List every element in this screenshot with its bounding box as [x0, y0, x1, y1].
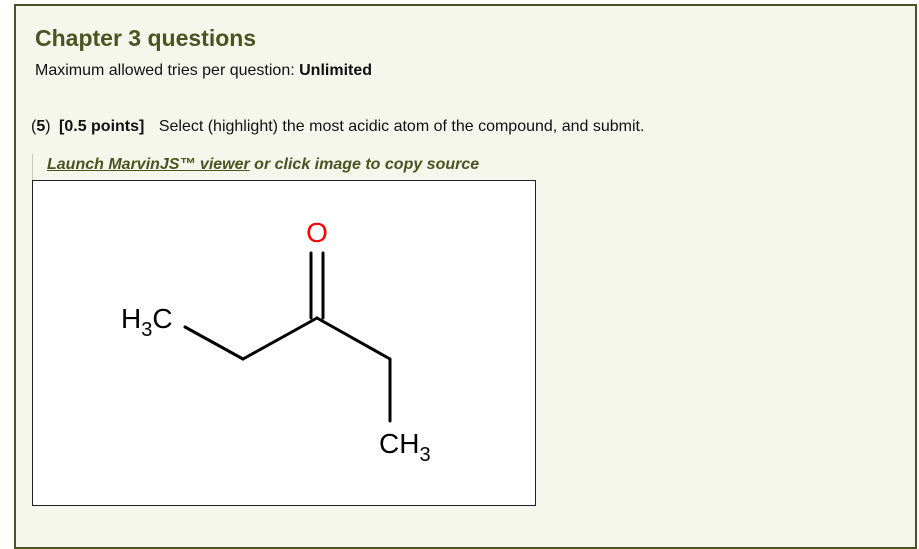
right-methyl-subscript: 3: [419, 444, 430, 466]
max-tries-line: Maximum allowed tries per question: Unli…: [35, 62, 372, 80]
launch-suffix-text: or click image to copy source: [249, 156, 480, 173]
molecule-image[interactable]: O H3C CH3: [32, 180, 536, 506]
max-tries-value: Unlimited: [299, 62, 373, 79]
question-prompt: (5) [0.5 points] Select (highlight) the …: [31, 118, 644, 136]
left-methyl-subscript: 3: [141, 319, 152, 341]
molecule-structure-svg[interactable]: O H3C CH3: [33, 181, 535, 505]
bond-ch3-ch2-left: [183, 325, 245, 361]
oxygen-atom[interactable]: O: [306, 217, 328, 248]
question-points: [0.5 points]: [59, 118, 145, 135]
right-methyl-group[interactable]: CH3: [379, 428, 431, 466]
right-methyl-ch: CH: [379, 428, 419, 459]
page-title: Chapter 3 questions: [35, 25, 257, 51]
launch-marvinjs-link[interactable]: Launch MarvinJS™ viewer: [47, 156, 250, 173]
question-number: 5: [36, 118, 46, 135]
bond-ch2-carbonyl: [241, 316, 319, 361]
left-methyl-c: C: [152, 303, 172, 334]
max-tries-label: Maximum allowed tries per question:: [35, 62, 295, 79]
left-methyl-group[interactable]: H3C: [121, 303, 173, 341]
question-number-close: ): [45, 118, 51, 135]
bond-carbonyl-ch2-right: [315, 316, 392, 361]
left-methyl-h: H: [121, 303, 141, 334]
question-text: Select (highlight) the most acidic atom …: [158, 118, 645, 135]
question-panel: Chapter 3 questions Maximum allowed trie…: [14, 4, 917, 549]
viewer-launch-bar: Launch MarvinJS™ viewer or click image t…: [32, 154, 534, 180]
